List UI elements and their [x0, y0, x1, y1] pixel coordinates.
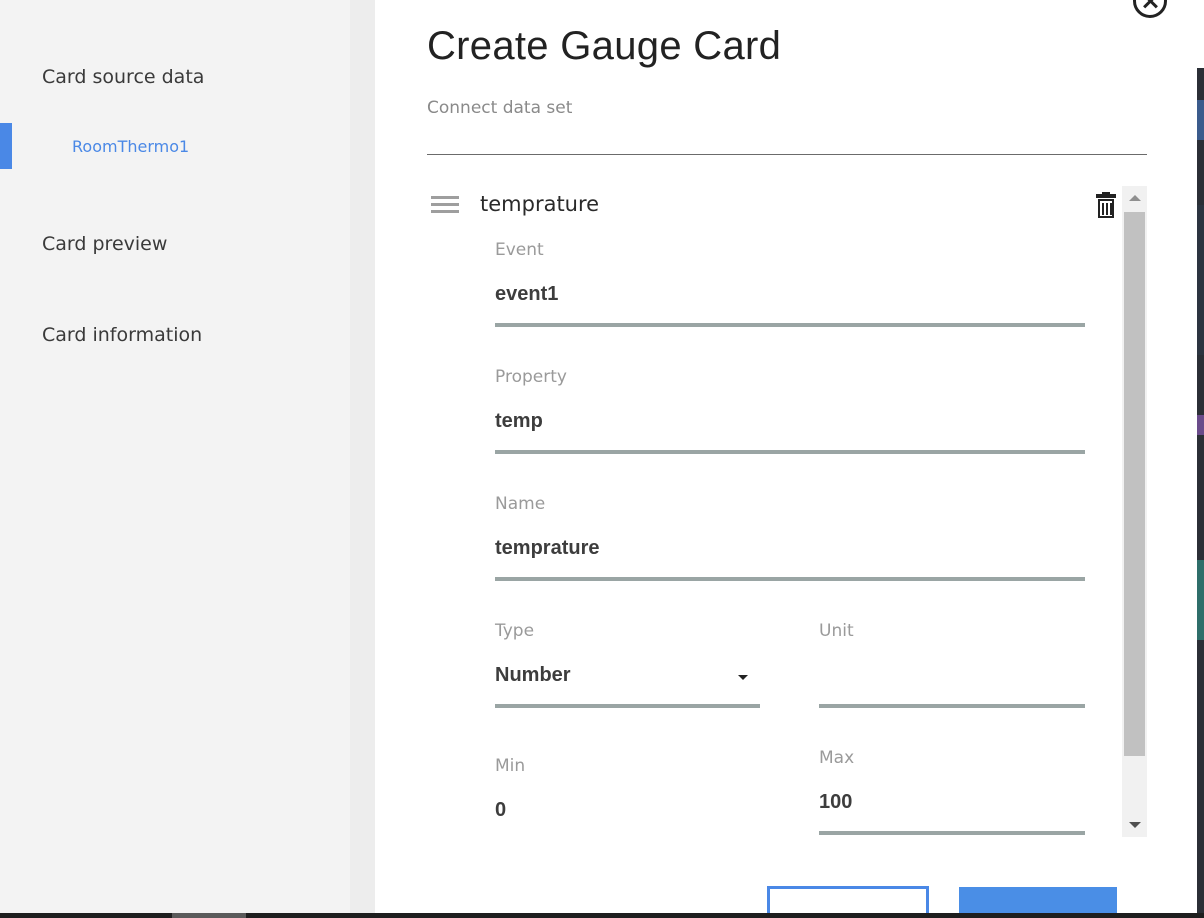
dataset-name: temprature [480, 192, 600, 216]
scroll-down-arrow-icon[interactable] [1129, 822, 1141, 828]
type-label: Type [495, 621, 535, 641]
nav-card-information[interactable]: Card information [42, 324, 202, 346]
caret-down-icon[interactable] [738, 675, 748, 680]
unit-underline [819, 704, 1085, 708]
trash-icon[interactable] [1096, 192, 1116, 219]
name-field[interactable]: temprature [495, 537, 599, 560]
dialog-title: Create Gauge Card [427, 24, 782, 68]
dialog-subtitle: Connect data set [427, 98, 573, 118]
drag-handle-icon[interactable] [431, 196, 459, 214]
unit-field[interactable] [819, 664, 1085, 694]
property-field[interactable]: temp [495, 410, 543, 433]
dialog-panel [375, 0, 1197, 918]
name-underline [495, 577, 1085, 581]
max-field[interactable]: 100 [819, 791, 852, 814]
nav-active-indicator [0, 123, 12, 169]
event-underline [495, 323, 1085, 327]
scroll-thumb[interactable] [1124, 212, 1145, 756]
sidebar: Card source data RoomThermo1 Card previe… [0, 0, 350, 918]
type-select[interactable]: Number [495, 664, 571, 687]
unit-label: Unit [819, 621, 854, 641]
header-divider [427, 154, 1147, 155]
max-underline [819, 831, 1085, 835]
min-field[interactable]: 0 [495, 799, 506, 822]
nav-card-preview[interactable]: Card preview [42, 233, 167, 255]
name-label: Name [495, 494, 546, 514]
nav-card-source-data[interactable]: Card source data [42, 66, 204, 88]
property-underline [495, 450, 1085, 454]
form-scrollbar[interactable] [1122, 186, 1147, 837]
nav-item-roomthermo1[interactable]: RoomThermo1 [72, 137, 189, 156]
scroll-up-arrow-icon[interactable] [1129, 195, 1141, 201]
event-field[interactable]: event1 [495, 283, 558, 306]
max-label: Max [819, 748, 855, 768]
min-label: Min [495, 756, 526, 776]
taskbar-edge [0, 913, 1204, 918]
type-underline [495, 704, 760, 708]
background-window-edge [1197, 0, 1204, 918]
sidebar-divider [350, 0, 375, 918]
event-label: Event [495, 240, 544, 260]
property-label: Property [495, 367, 567, 387]
